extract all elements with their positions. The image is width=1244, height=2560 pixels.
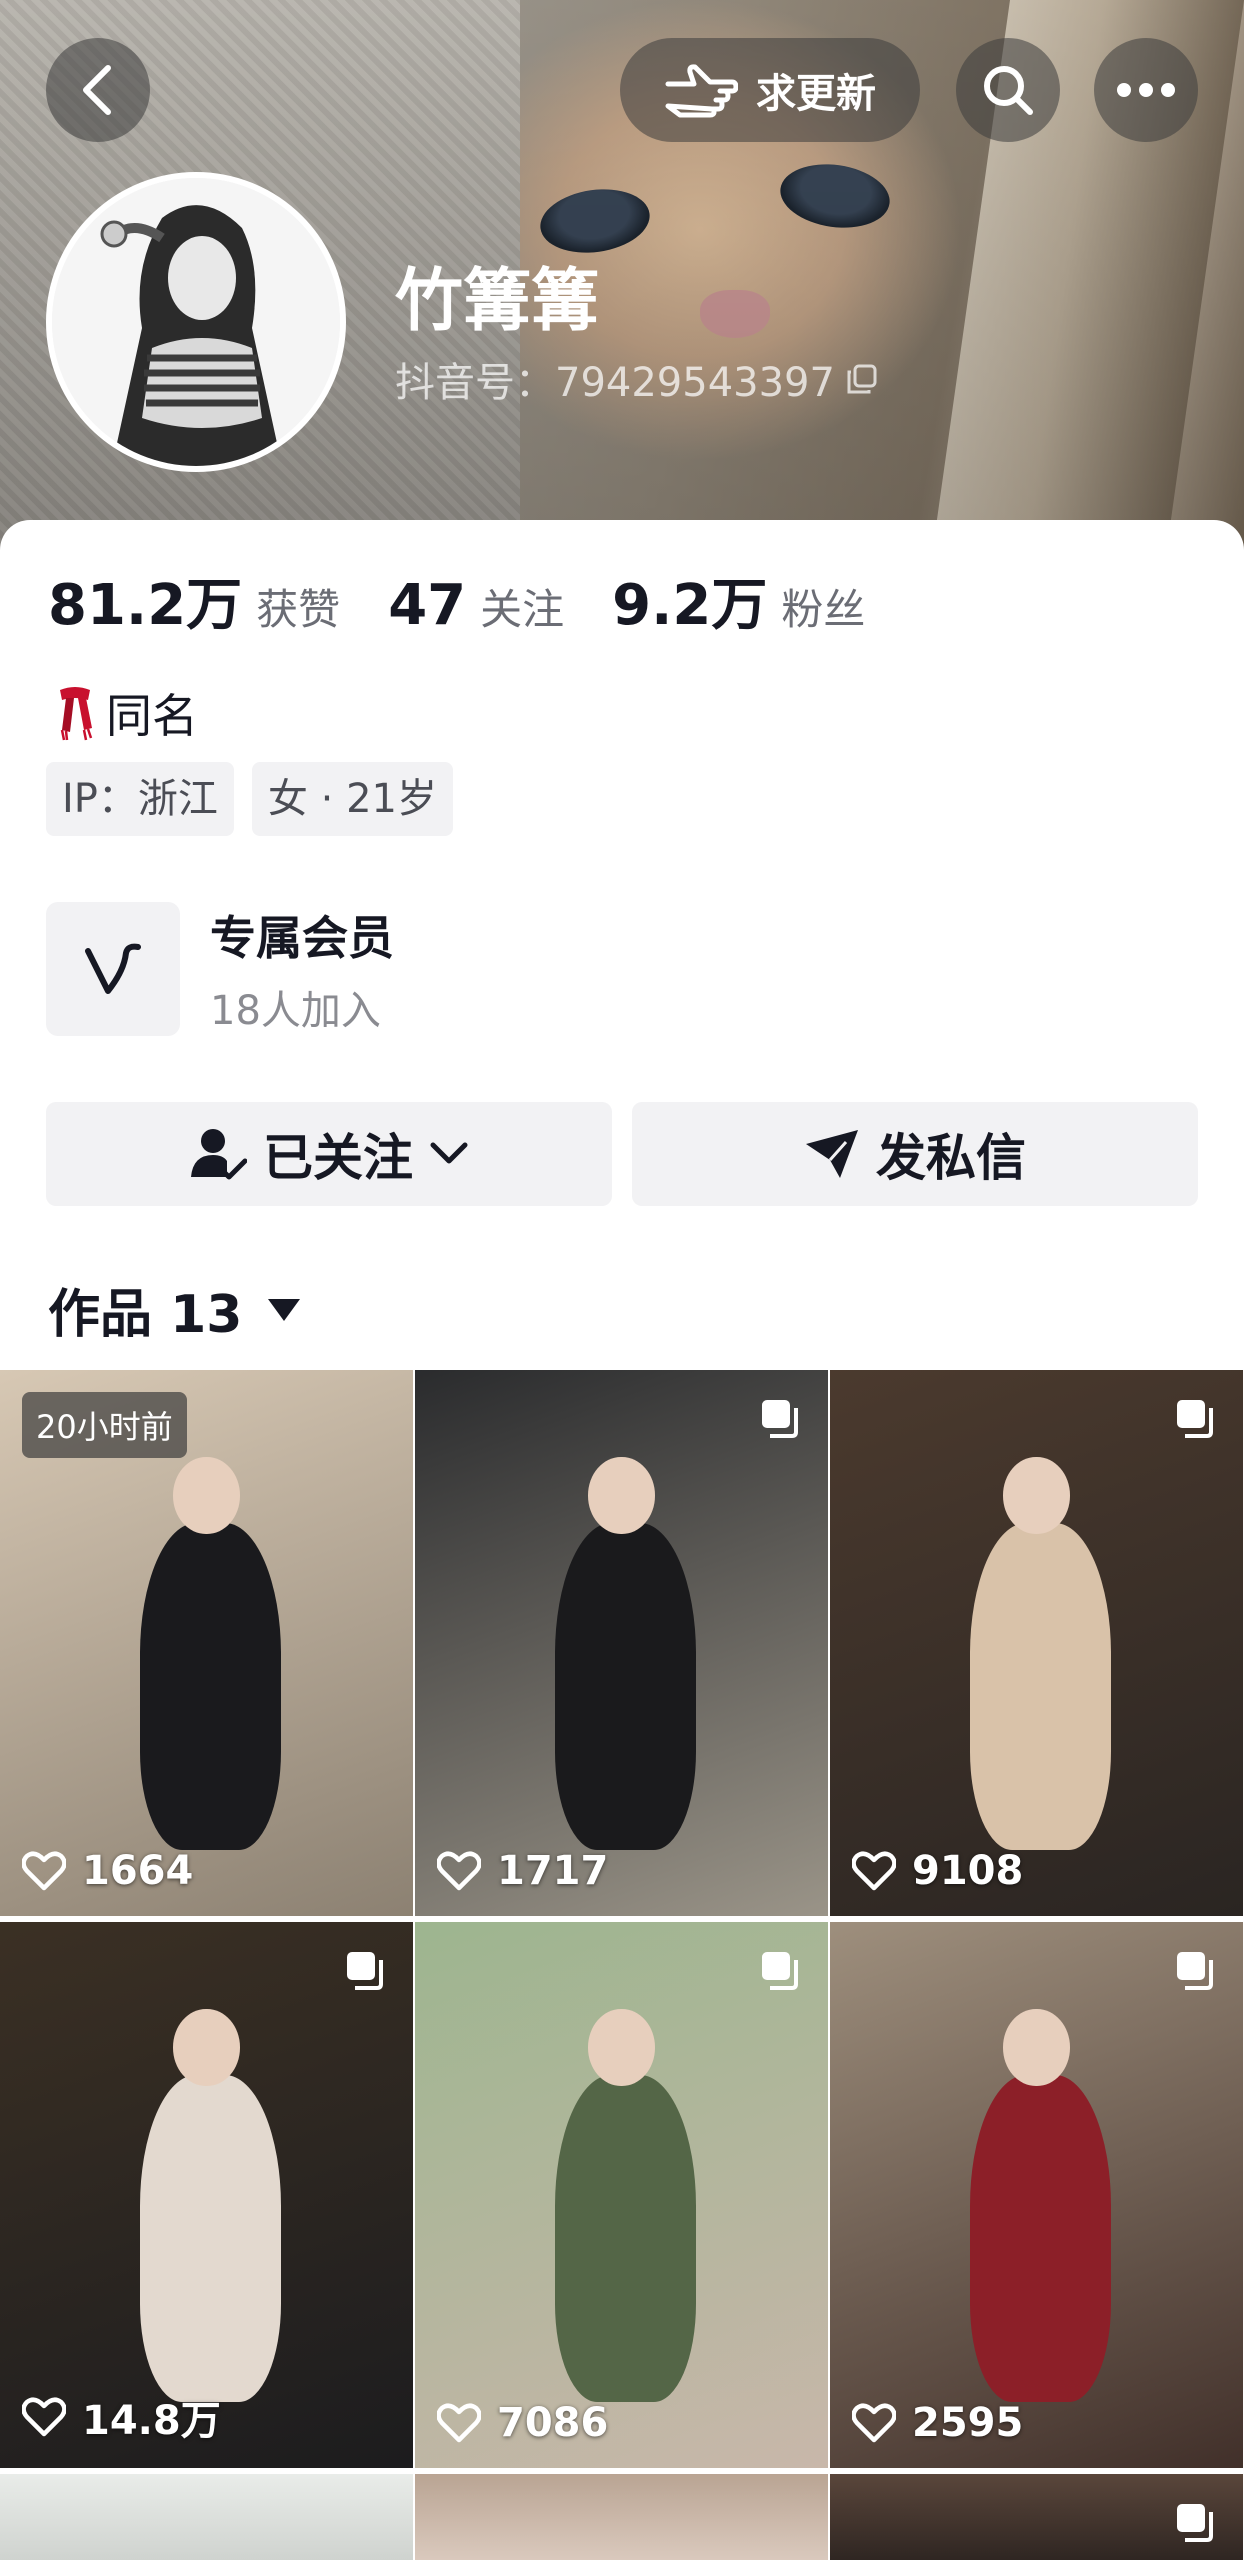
likes-count[interactable]: 81.2万 <box>48 560 242 641</box>
more-button[interactable] <box>1094 38 1198 142</box>
thumbnail-image <box>830 1370 1243 1916</box>
multi-image-icon <box>762 1400 798 1438</box>
request-update-button[interactable]: 求更新 <box>620 38 920 142</box>
like-count: 2595 <box>912 2400 1024 2446</box>
like-count: 1717 <box>497 1848 609 1894</box>
multi-image-icon <box>762 1952 798 1990</box>
thumbnail-subject <box>555 2074 696 2403</box>
scarf-icon <box>60 687 93 741</box>
heart-icon <box>22 2397 66 2437</box>
stats-row: 81.2万 获赞 47 关注 9.2万 粉丝 <box>48 560 913 641</box>
ip-location-tag: IP：浙江 <box>46 762 234 836</box>
thumbnail-subject-head <box>1003 2009 1070 2086</box>
back-arrow-icon <box>83 65 111 115</box>
thumbnail-subject <box>555 1522 696 1851</box>
member-logo <box>46 902 180 1036</box>
video-thumbnail[interactable]: 7086 <box>415 1922 828 2468</box>
following-count[interactable]: 47 <box>388 573 466 638</box>
bio: 同名 <box>52 680 198 746</box>
v-logo-icon <box>85 943 141 994</box>
video-thumbnail[interactable]: 1717 <box>415 1370 828 1916</box>
time-badge: 20小时前 <box>22 1392 187 1458</box>
multi-image-icon <box>1177 1952 1213 1990</box>
bio-text: 同名 <box>106 689 198 743</box>
video-thumbnail[interactable] <box>830 2474 1243 2560</box>
likes-label[interactable]: 获赞 <box>256 576 340 637</box>
search-button[interactable] <box>956 38 1060 142</box>
followed-button[interactable]: 已关注 <box>46 1102 612 1206</box>
followed-label: 已关注 <box>263 1129 413 1187</box>
douyin-id-text: 抖音号：79429543397 <box>395 360 835 406</box>
thumbnail-subject-head <box>588 2009 655 2086</box>
video-thumbnail[interactable]: 9108 <box>830 1370 1243 1916</box>
pointing-hand-icon <box>665 64 738 118</box>
send-message-button[interactable]: 发私信 <box>632 1102 1198 1206</box>
profile-tags: IP：浙江 女 · 21岁 <box>46 762 453 836</box>
thumbnail-image <box>830 1922 1243 2468</box>
avatar-image <box>52 178 340 466</box>
following-label[interactable]: 关注 <box>480 576 564 637</box>
video-thumbnail[interactable] <box>0 2474 413 2560</box>
douyin-id[interactable]: 抖音号：79429543397 <box>395 350 879 408</box>
works-tab[interactable]: 作品 13 <box>48 1272 301 1347</box>
thumbnail-image <box>0 1922 413 2468</box>
heart-icon <box>437 1851 481 1891</box>
like-count: 7086 <box>497 2400 609 2446</box>
thumbnail-subject <box>970 1522 1111 1851</box>
followers-label[interactable]: 粉丝 <box>781 576 865 637</box>
heart-icon <box>22 1851 66 1891</box>
works-label: 作品 13 <box>48 1285 243 1345</box>
thumbnail-image <box>415 1922 828 2468</box>
heart-icon <box>437 2403 481 2443</box>
thumbnail-subject-head <box>588 1457 655 1534</box>
thumbnail-image <box>415 1370 828 1916</box>
request-update-label: 求更新 <box>756 71 876 117</box>
video-thumbnail[interactable]: 14.8万 <box>0 1922 413 2468</box>
thumbnail-subject-head <box>173 2009 240 2086</box>
username: 竹篝篝 <box>395 262 600 341</box>
thumbnail-subject <box>970 2074 1111 2403</box>
video-thumbnail[interactable] <box>415 2474 828 2560</box>
video-thumbnail[interactable]: 20小时前 1664 <box>0 1370 413 1916</box>
send-message-label: 发私信 <box>876 1129 1026 1187</box>
multi-image-icon <box>1177 1400 1213 1438</box>
like-count: 9108 <box>912 1848 1024 1894</box>
copy-icon[interactable] <box>845 362 879 396</box>
member-title: 专属会员 <box>210 911 394 965</box>
heart-icon <box>852 2403 896 2443</box>
like-count: 14.8万 <box>82 2398 221 2444</box>
chevron-down-icon <box>430 1142 468 1164</box>
member-subtitle: 18人加入 <box>210 988 381 1034</box>
exclusive-member-entry[interactable]: 专属会员 18人加入 <box>46 902 394 1036</box>
thumbnail-subject <box>140 2074 281 2403</box>
avatar[interactable] <box>46 172 346 472</box>
user-check-icon <box>191 1129 247 1180</box>
more-dots-icon <box>1117 83 1175 97</box>
like-count: 1664 <box>82 1848 194 1894</box>
thumbnail-subject-head <box>1003 1457 1070 1534</box>
gender-age-tag: 女 · 21岁 <box>251 762 453 836</box>
caret-down-icon <box>268 1298 301 1321</box>
multi-image-icon <box>1177 2504 1213 2542</box>
back-button[interactable] <box>46 38 150 142</box>
send-icon <box>806 1130 858 1178</box>
heart-icon <box>852 1851 896 1891</box>
search-icon <box>984 66 1033 115</box>
thumbnail-subject <box>140 1522 281 1851</box>
thumbnail-subject-head <box>173 1457 240 1534</box>
followers-count[interactable]: 9.2万 <box>612 560 767 641</box>
video-thumbnail[interactable]: 2595 <box>830 1922 1243 2468</box>
multi-image-icon <box>347 1952 383 1990</box>
